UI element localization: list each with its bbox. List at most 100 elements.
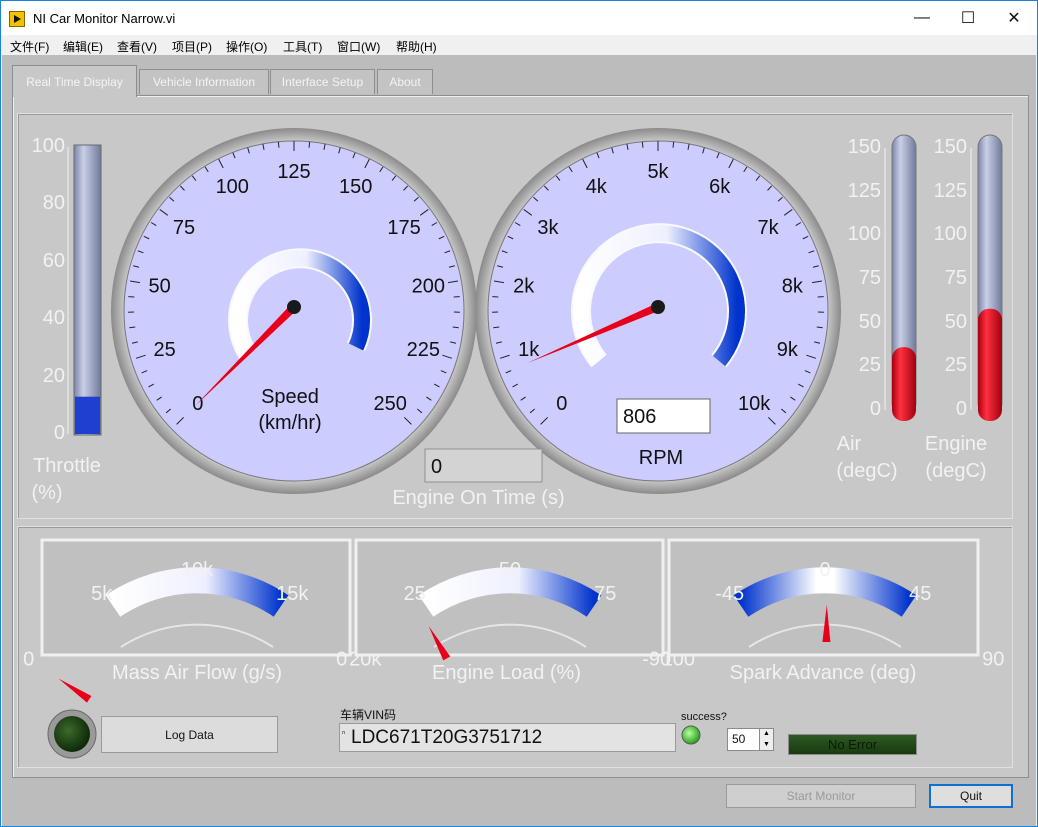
start-monitor-button[interactable]: Start Monitor: [726, 784, 916, 808]
maf-tick-label: 5k: [91, 583, 113, 605]
rpm-tick-label: 7k: [757, 217, 779, 239]
maf-tick-label: 10k: [181, 559, 214, 581]
air-label-line1: Air: [836, 433, 862, 455]
error-status-indicator: No Error: [788, 734, 917, 755]
air-tick-label: 100: [847, 223, 881, 246]
app-window: NI Car Monitor Narrow.vi — ☐ ✕ 文件(F) 编辑(…: [0, 0, 1038, 827]
air-tick-label: 25: [858, 354, 881, 377]
rpm-tick-label: 10k: [738, 393, 771, 415]
engine-load-meter: 0255075100: [336, 538, 695, 670]
rpm-tick-label: 1k: [518, 339, 540, 361]
maf-needle: [58, 678, 92, 703]
rpm-tick: [641, 141, 644, 148]
rpm-tick-label: 8k: [782, 276, 804, 298]
engine-on-time-label: Engine On Time (s): [392, 487, 565, 509]
engine-tick-label: 25: [944, 354, 967, 377]
load-tick-label: 0: [336, 648, 347, 670]
speed-needle-hub: [287, 300, 301, 314]
rpm-tick-label: 5k: [647, 161, 669, 183]
speed-tick-label: 225: [407, 339, 440, 361]
load-tick-label: 75: [594, 583, 616, 605]
spark-tick-label: 45: [909, 583, 931, 605]
engine-thermometer-fill: [978, 308, 1002, 421]
engine-tick-label: 50: [944, 310, 967, 333]
air-tick-label: 150: [847, 136, 881, 158]
quit-button[interactable]: Quit: [929, 784, 1013, 808]
speed-tick-label: 0: [192, 393, 203, 415]
engine-on-time-value: 0: [431, 456, 442, 478]
throttle-tick-label: 100: [31, 135, 65, 157]
engine-tick-label: 100: [933, 223, 967, 246]
rpm-tick-label: 0: [556, 393, 567, 415]
speed-tick-label: 125: [277, 161, 310, 183]
spark-tick-label: 0: [819, 559, 830, 581]
interval-value: 50: [732, 732, 746, 746]
interval-numeric[interactable]: 50 ▲ ▼: [727, 728, 774, 751]
air-tick-label: 50: [858, 310, 881, 333]
speed-tick-label: 100: [216, 176, 249, 198]
throttle-tick-label: 0: [53, 422, 65, 444]
load-meter-frame: [354, 538, 665, 657]
air-tick-label: 75: [858, 267, 881, 289]
speed-tick-label: 50: [149, 276, 171, 298]
speed-tick-label: 25: [154, 339, 176, 361]
rpm-tick-label: 9k: [777, 339, 799, 361]
air-label-line2: (degC): [836, 460, 898, 482]
speed-tick-label: 75: [173, 217, 195, 239]
speed-tick-label: 200: [412, 276, 445, 298]
rpm-dial: 0 1k 2k 3k 4k 5k 6k 7k 8k 9k 10k 806 RPM: [475, 128, 841, 494]
speed-dial: 0 25 50 75 100 125 150 175 200 225 250 Speed (km/h…: [111, 128, 477, 494]
maf-tick-label: 15k: [276, 583, 309, 605]
air-thermometer: [884, 134, 917, 421]
throttle-tick-label: 80: [42, 192, 65, 215]
rpm-needle-hub: [651, 300, 665, 314]
decrement-arrow-icon[interactable]: ▼: [759, 739, 773, 750]
engine-load-label: Engine Load (%): [432, 662, 581, 684]
throttle-tank: [67, 144, 102, 436]
rpm-tick-label: 3k: [537, 217, 559, 239]
throttle-tick-label: 40: [42, 307, 65, 330]
log-data-button[interactable]: Log Data: [101, 716, 278, 753]
tab-real-time-display[interactable]: Real Time Display: [12, 65, 137, 97]
engine-tick-label: 125: [933, 179, 967, 202]
speed-label-line2: (km/hr): [258, 412, 321, 434]
engine-tick-label: 0: [955, 398, 967, 420]
rpm-tick-label: 4k: [586, 176, 608, 198]
throttle-tank-fill: [75, 396, 100, 434]
vin-label: 车辆VIN码: [340, 708, 397, 722]
vin-value: LDC671T20G3751712: [351, 727, 543, 748]
maf-tick-label: 0: [23, 648, 34, 670]
gauges-canvas: 0255075100125150175200225250 Speed (km/h…: [23, 128, 1004, 759]
speed-tick-label: 150: [339, 176, 372, 198]
engine-on-time-display: [424, 448, 543, 483]
rpm-label: RPM: [639, 447, 683, 469]
rpm-tick-label: 2k: [513, 276, 535, 298]
throttle-label-line1: Throttle: [33, 455, 101, 477]
vin-field[interactable]: ⁿ LDC671T20G3751712: [339, 723, 676, 752]
spark-tick-label: -45: [715, 583, 744, 605]
engine-thermometer: [970, 134, 1003, 421]
speed-tick-label: 250: [373, 393, 406, 415]
speed-tick: [277, 141, 280, 148]
air-tick-label: 125: [847, 179, 881, 202]
engine-label-line2: (degC): [925, 460, 987, 482]
load-tick-label: 25: [404, 583, 426, 605]
spark-advance-meter: -90 -45 0 45 90: [642, 538, 1004, 670]
mass-air-flow-label: Mass Air Flow (g/s): [111, 662, 283, 684]
throttle-label-line2: (%): [31, 482, 63, 504]
log-data-led: [54, 716, 90, 752]
success-label: success?: [681, 711, 727, 723]
speed-tick-label: 175: [387, 217, 420, 239]
vin-prefix: ⁿ: [342, 728, 346, 738]
spark-advance-label: Spark Advance (deg): [729, 662, 917, 684]
rpm-tick: [672, 141, 675, 148]
spark-tick-label: -90: [642, 648, 671, 670]
throttle-tick-label: 20: [42, 364, 65, 387]
air-thermometer-fill: [892, 347, 916, 421]
engine-tick-label: 75: [944, 267, 967, 289]
engine-tick-label: 150: [933, 136, 967, 158]
speed-tick: [308, 141, 311, 148]
spark-tick-label: 90: [982, 648, 1004, 670]
load-tick-label: 50: [499, 559, 521, 581]
air-tick-label: 0: [869, 398, 881, 420]
